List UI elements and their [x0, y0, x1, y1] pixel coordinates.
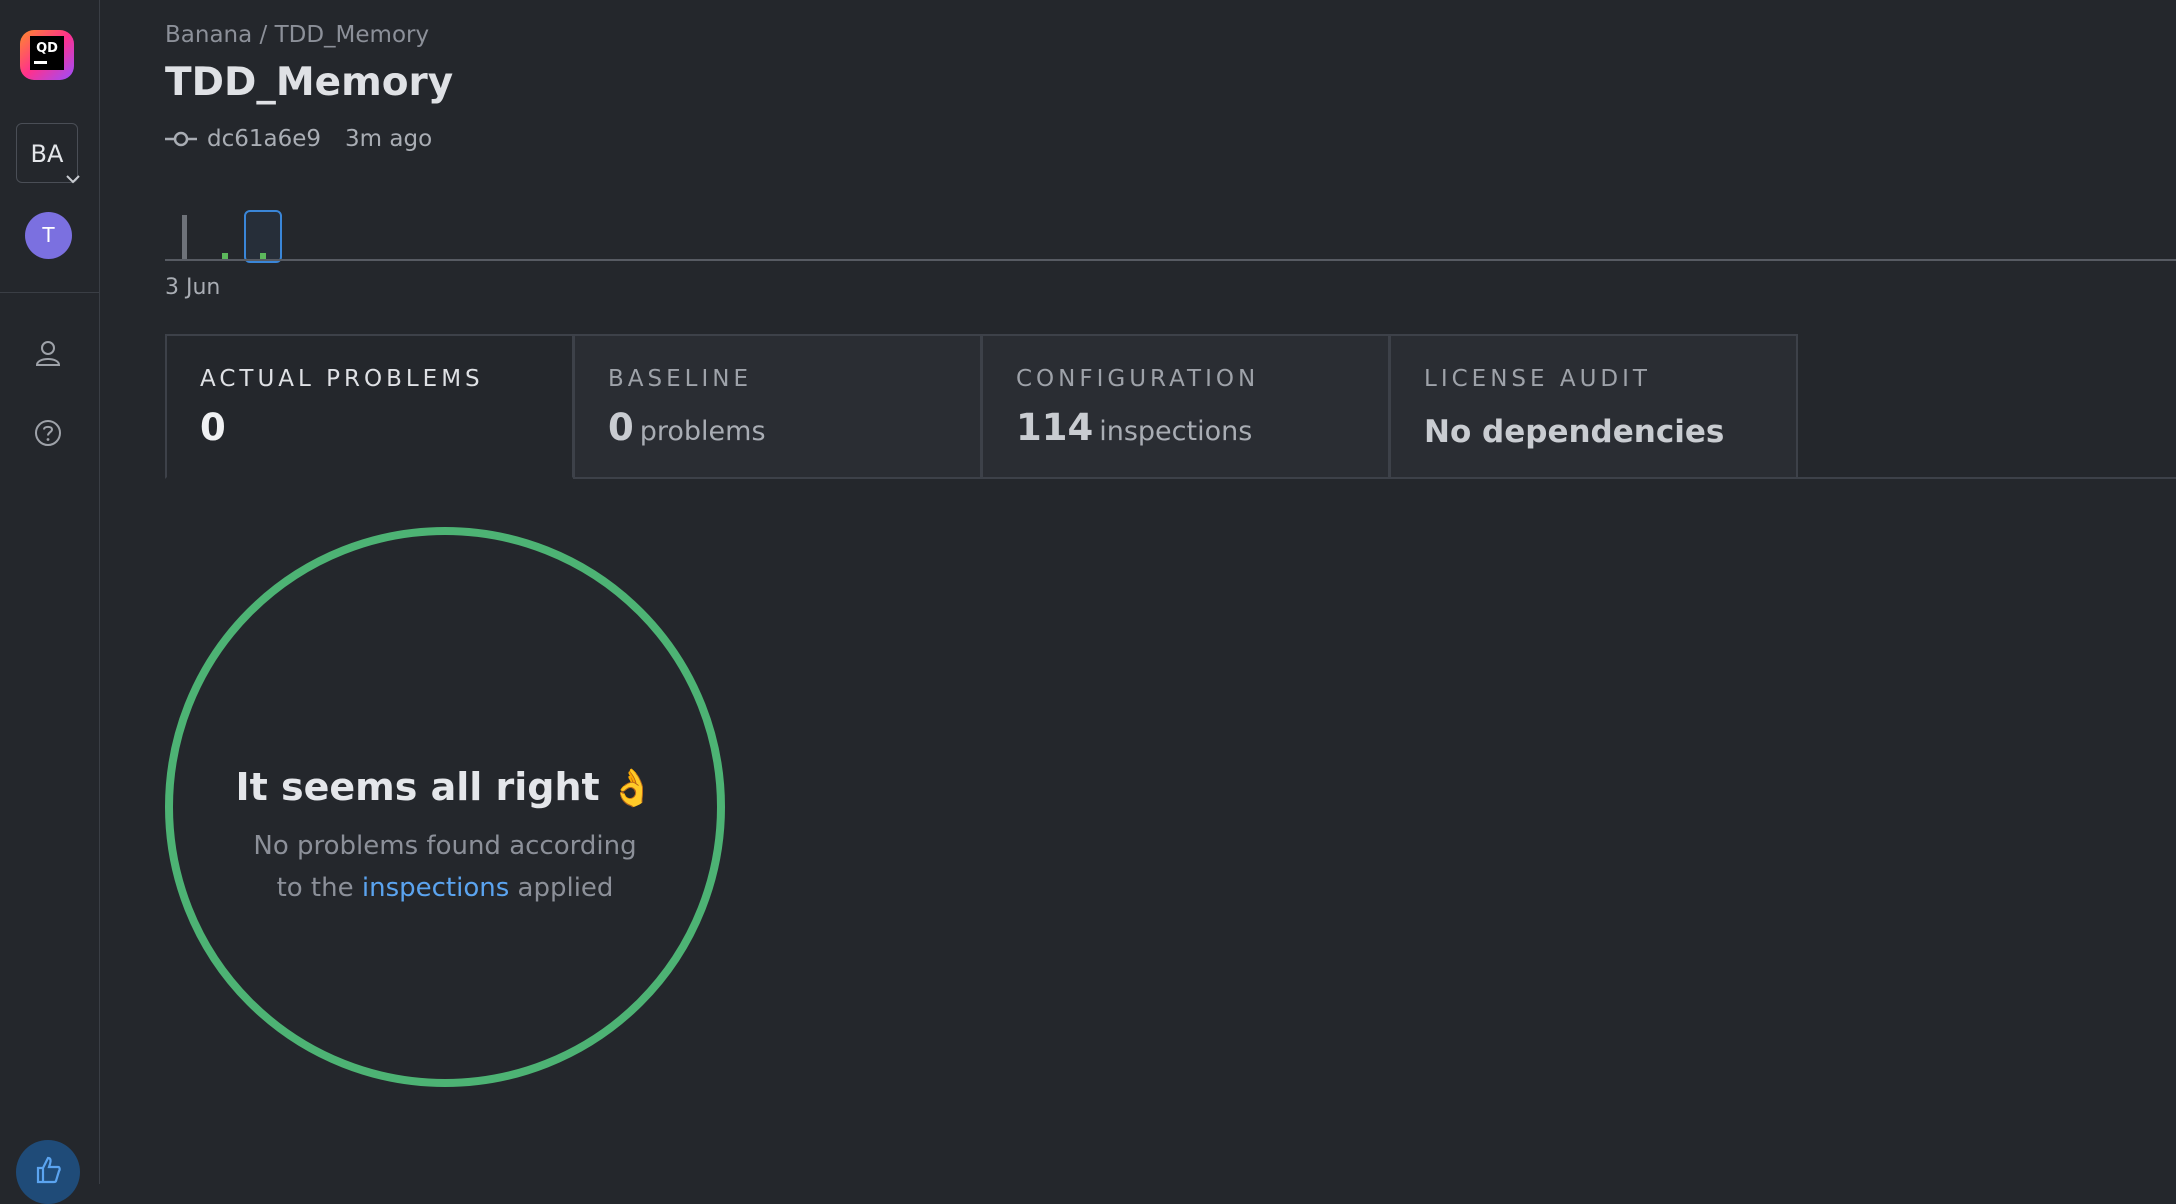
inspections-link[interactable]: inspections [362, 873, 509, 903]
page-title: TDD_Memory [165, 60, 454, 105]
tab-count: 0 [200, 406, 226, 449]
timeline-date-label: 3 Jun [165, 275, 221, 300]
tab-baseline[interactable]: BASELINE 0 problems [573, 334, 982, 479]
svg-text:QD: QD [36, 41, 58, 56]
org-initials: BA [30, 140, 64, 168]
empty-state-line-1: No problems found according [253, 831, 637, 861]
qodana-logo-icon[interactable]: QD [20, 28, 76, 84]
timeline-bar[interactable] [182, 215, 187, 259]
empty-state-description: No problems found according to the inspe… [173, 825, 717, 909]
empty-state-heading: It seems all right [235, 765, 600, 809]
tab-title: LICENSE AUDIT [1424, 366, 1651, 392]
timeline-axis [165, 259, 2176, 261]
empty-state-title: It seems all right 👌 [173, 765, 717, 809]
sidebar: QD BA T [0, 0, 100, 1204]
user-icon[interactable] [32, 337, 64, 369]
report-tabs: ACTUAL PROBLEMS 0 BASELINE 0 problems CON… [165, 334, 2176, 479]
ok-hand-icon: 👌 [609, 768, 655, 809]
tab-count: 114 [1016, 406, 1094, 449]
thumbs-up-icon [36, 1156, 61, 1184]
desc-prefix: to the [276, 873, 354, 903]
timeline-selected-point[interactable] [244, 210, 282, 263]
chevron-down-icon [66, 175, 80, 184]
avatar-initial: T [42, 223, 55, 247]
breadcrumb[interactable]: Banana / TDD_Memory [165, 22, 429, 48]
tab-license-audit[interactable]: LICENSE AUDIT No dependencies [1389, 334, 1798, 479]
tab-actual-problems[interactable]: ACTUAL PROBLEMS 0 [165, 334, 574, 479]
tab-count: 0 [608, 406, 634, 449]
help-icon[interactable] [32, 417, 64, 449]
tab-value: 114 inspections [1016, 406, 1252, 449]
empty-state-line-2: to the inspections applied [173, 867, 717, 909]
sidebar-divider [0, 292, 99, 293]
commit-icon [165, 131, 197, 147]
tab-title: CONFIGURATION [1016, 366, 1260, 392]
tab-unit: problems [639, 416, 766, 447]
avatar[interactable]: T [25, 212, 72, 259]
all-clear-circle: It seems all right 👌 No problems found ac… [165, 527, 725, 1087]
tab-unit: inspections [1099, 416, 1253, 447]
tab-title: ACTUAL PROBLEMS [200, 366, 484, 392]
desc-suffix: applied [517, 873, 614, 903]
commit-time: 3m ago [345, 126, 433, 152]
commit-info: dc61a6e9 3m ago [165, 126, 432, 152]
commit-hash[interactable]: dc61a6e9 [207, 126, 321, 152]
tab-value: 0 [200, 406, 226, 449]
timeline: 3 Jun [165, 205, 2176, 305]
tab-configuration[interactable]: CONFIGURATION 114 inspections [981, 334, 1390, 479]
feedback-button[interactable] [16, 1140, 80, 1204]
tab-value: 0 problems [608, 406, 766, 449]
tab-title: BASELINE [608, 366, 752, 392]
tab-text: No dependencies [1424, 414, 1725, 450]
